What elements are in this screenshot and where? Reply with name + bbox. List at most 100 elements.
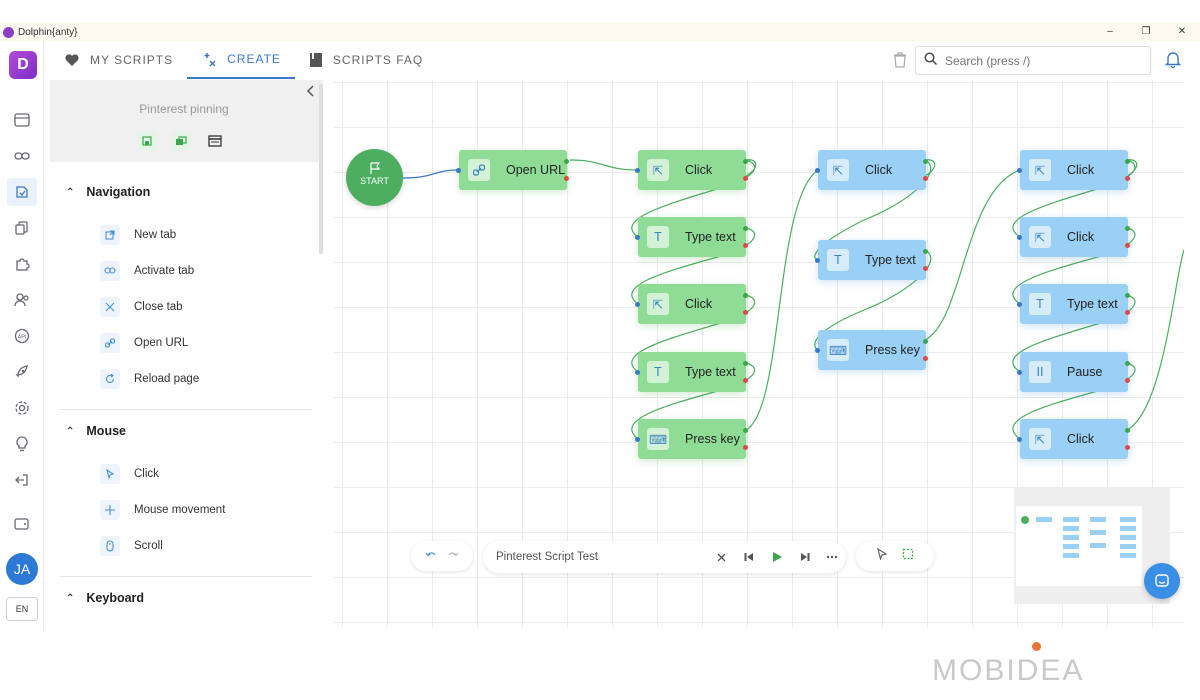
node-type-text[interactable]: T Type text: [815, 240, 928, 280]
cursor-icon: [100, 464, 120, 484]
minimap-node: [1090, 543, 1106, 548]
chevron-up-icon: ⌃: [66, 592, 75, 604]
link-icon[interactable]: [7, 142, 37, 170]
node-click[interactable]: ⇱ Click: [815, 150, 928, 190]
node-click[interactable]: ⇱ Click: [1017, 217, 1130, 257]
wallet-icon[interactable]: [7, 510, 37, 538]
more-icon[interactable]: [818, 555, 846, 559]
block-mouse-movement[interactable]: Mouse movement: [100, 500, 225, 520]
browser-icon[interactable]: [7, 106, 37, 134]
language-button[interactable]: EN: [6, 597, 38, 621]
play-icon[interactable]: [763, 551, 791, 563]
duplicate-icon[interactable]: [172, 132, 190, 150]
node-pause[interactable]: II Pause: [1017, 352, 1130, 392]
mobidea-watermark: MOBIDEA: [932, 642, 1084, 688]
tab-create[interactable]: CREATE: [187, 41, 295, 79]
tab-scripts-faq[interactable]: SCRIPTS FAQ: [295, 41, 437, 79]
node-click[interactable]: ⇱ Click: [635, 284, 748, 324]
blocks-panel: Pinterest pinning ⌃ Navigation New tab Ac…: [50, 80, 323, 630]
skip-forward-icon[interactable]: [791, 552, 819, 562]
block-click[interactable]: Click: [100, 464, 159, 484]
bell-icon[interactable]: [1164, 50, 1182, 73]
section-mouse[interactable]: ⌃ Mouse: [66, 424, 126, 438]
search-box[interactable]: [915, 46, 1151, 75]
script-name: Pinterest pinning: [139, 102, 229, 116]
node-type-text[interactable]: T Type text: [635, 217, 748, 257]
pause-icon: II: [1029, 361, 1051, 383]
redo-icon[interactable]: [447, 547, 459, 565]
block-scroll[interactable]: Scroll: [100, 536, 163, 556]
chevron-left-icon[interactable]: [305, 84, 315, 103]
chat-icon: [1155, 574, 1169, 587]
minimize-button[interactable]: –: [1092, 23, 1128, 41]
node-click[interactable]: ⇱ Click: [1017, 150, 1130, 190]
close-icon: [100, 297, 120, 317]
app-title: Dolphin{anty}: [18, 26, 78, 38]
new-tab-icon: [100, 225, 120, 245]
node-click[interactable]: ⇱ Click: [635, 150, 748, 190]
panel-scrollbar[interactable]: [319, 84, 323, 254]
minimap-node: [1120, 526, 1136, 531]
copy-icon[interactable]: [7, 214, 37, 242]
settings-icon[interactable]: [7, 394, 37, 422]
maximize-button[interactable]: ❐: [1128, 23, 1164, 41]
dolphin-logo[interactable]: D: [9, 51, 37, 79]
node-type-text[interactable]: T Type text: [635, 352, 748, 392]
puzzle-icon[interactable]: [7, 250, 37, 278]
book-icon: [309, 52, 323, 68]
undo-icon[interactable]: [425, 547, 437, 565]
divider: [60, 409, 312, 410]
link-icon: [100, 333, 120, 353]
section-navigation[interactable]: ⌃ Navigation: [66, 185, 150, 199]
tab-label: SCRIPTS FAQ: [332, 53, 424, 67]
start-node[interactable]: START: [346, 149, 403, 206]
block-close-tab[interactable]: Close tab: [100, 297, 183, 317]
magic-icon: [201, 51, 217, 67]
cursor-icon: ⇱: [647, 159, 669, 181]
logout-icon[interactable]: [7, 466, 37, 494]
minimap-node: [1120, 517, 1136, 522]
close-window-button[interactable]: ✕: [1164, 23, 1200, 41]
text-icon: T: [1029, 293, 1051, 315]
tab-my-scripts[interactable]: MY SCRIPTS: [50, 41, 187, 79]
left-rail: D API JA EN: [0, 41, 44, 631]
flag-icon: [369, 162, 380, 174]
scripts-icon[interactable]: [7, 178, 37, 206]
reload-icon: [100, 369, 120, 389]
chevron-up-icon: ⌃: [66, 425, 75, 437]
node-press-key[interactable]: ⌨ Press key: [635, 419, 748, 459]
users-icon[interactable]: [7, 286, 37, 314]
window-icon[interactable]: [206, 132, 224, 150]
save-icon[interactable]: [138, 132, 156, 150]
node-press-key[interactable]: ⌨ Press key: [815, 330, 928, 370]
selection-tools: [856, 541, 934, 571]
minimap-node: [1120, 544, 1136, 549]
run-toolbar: Pinterest Script Test: [483, 541, 846, 573]
text-icon: T: [647, 361, 669, 383]
minimap-node: [1063, 517, 1079, 522]
tab-label: CREATE: [227, 52, 281, 66]
minimap-node: [1090, 517, 1106, 522]
block-new-tab[interactable]: New tab: [100, 225, 176, 245]
api-icon[interactable]: API: [7, 322, 37, 350]
pointer-icon[interactable]: [876, 547, 888, 565]
node-click[interactable]: ⇱ Click: [1017, 419, 1130, 459]
chat-button[interactable]: [1144, 563, 1180, 599]
block-open-url[interactable]: Open URL: [100, 333, 188, 353]
node-type-text[interactable]: T Type text: [1017, 284, 1130, 324]
close-icon[interactable]: [708, 553, 736, 562]
chevron-up-icon: ⌃: [66, 186, 75, 198]
search-input[interactable]: [945, 53, 1135, 68]
section-keyboard[interactable]: ⌃ Keyboard: [66, 591, 144, 605]
avatar[interactable]: JA: [6, 553, 38, 585]
search-icon: [924, 51, 937, 70]
block-reload-page[interactable]: Reload page: [100, 369, 199, 389]
undo-redo-group: [411, 541, 473, 571]
bulb-icon[interactable]: [7, 430, 37, 458]
skip-back-icon[interactable]: [736, 552, 764, 562]
rocket-icon[interactable]: [7, 358, 37, 386]
block-activate-tab[interactable]: Activate tab: [100, 261, 194, 281]
trash-icon[interactable]: [893, 52, 907, 73]
select-area-icon[interactable]: [902, 547, 914, 565]
node-open-url[interactable]: Open URL: [456, 150, 569, 190]
